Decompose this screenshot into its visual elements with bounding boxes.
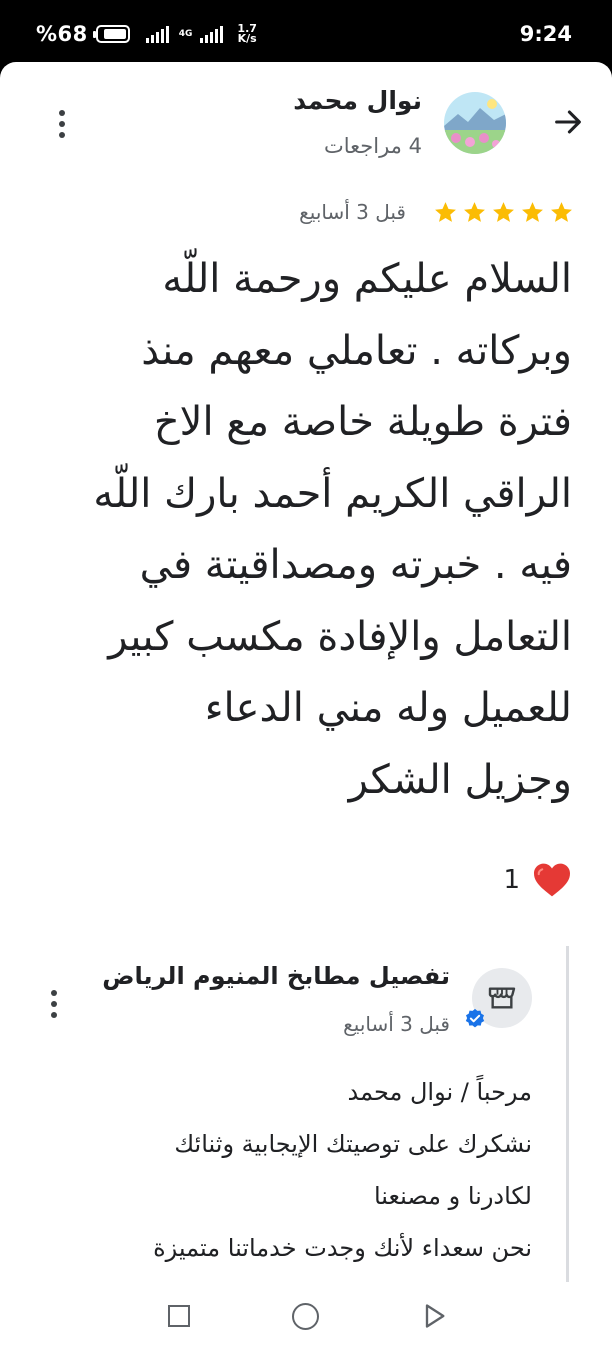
- battery-icon: [92, 25, 130, 43]
- reply-text-line: نشكرك على توصيتك الإيجابية وثنائك: [174, 1130, 532, 1158]
- more-options-button[interactable]: [48, 106, 76, 142]
- reaction-button[interactable]: 1: [503, 862, 572, 898]
- recents-button[interactable]: [168, 1305, 190, 1327]
- review-text-line: فترة طويلة خاصة مع الاخ: [153, 399, 572, 445]
- clock: 9:24: [519, 22, 572, 46]
- reaction-count: 1: [503, 865, 520, 895]
- signal-icon: [145, 25, 169, 43]
- reply-more-options-button[interactable]: [40, 986, 68, 1022]
- store-icon: [488, 987, 516, 1009]
- signal-icon-2: [200, 25, 224, 43]
- star-rating: [433, 200, 574, 225]
- home-button[interactable]: [292, 1303, 319, 1330]
- status-bar: %68 4G 1.7 K/s 9:24: [0, 0, 612, 68]
- more-vert-icon-dot: [59, 110, 65, 116]
- review-text-line: الراقي الكريم أحمد بارك اللّه: [93, 470, 572, 517]
- review-text-line: فيه . خبرته ومصداقيتة في: [139, 542, 572, 588]
- owner-business-name[interactable]: تفصيل مطابخ المنيوم الرياض: [100, 962, 450, 990]
- back-button[interactable]: [548, 102, 588, 142]
- reply-time: قبل 3 أسابيع: [343, 1012, 450, 1036]
- review-text-line: التعامل والإفادة مكسب كبير: [108, 613, 572, 660]
- star-icon: [464, 202, 485, 222]
- reply-text-line: مرحباً / نوال محمد: [347, 1078, 532, 1106]
- reviewer-name[interactable]: نوال محمد: [293, 86, 422, 115]
- star-icon: [493, 202, 514, 222]
- status-left: %68 4G 1.7 K/s: [36, 22, 257, 46]
- arrow-right-icon: [555, 110, 581, 134]
- review-text-line: وجزيل الشكر: [348, 756, 572, 803]
- network-speed: 1.7 K/s: [237, 23, 257, 45]
- review-text-line: للعميل وله مني الدعاء: [204, 685, 572, 731]
- review-text-line: وبركاته . تعاملي معهم منذ: [141, 327, 572, 374]
- back-triangle-icon[interactable]: [420, 1302, 448, 1330]
- star-icon: [551, 202, 572, 222]
- star-icon: [522, 202, 543, 222]
- avatar[interactable]: [444, 92, 506, 154]
- review-text: السلام عليكم ورحمة اللّه وبركاته . تعامل…: [32, 244, 572, 816]
- review-time: قبل 3 أسابيع: [299, 200, 406, 224]
- star-icon: [435, 202, 456, 222]
- reply-text: مرحباً / نوال محمد نشكرك على توصيتك الإي…: [32, 1066, 532, 1274]
- review-text-line: السلام عليكم ورحمة اللّه: [162, 256, 572, 302]
- heart-icon: [534, 863, 570, 897]
- review-card: نوال محمد 4 مراجعات قبل 3 أسابيع السلام …: [0, 62, 612, 1282]
- review-count: 4 مراجعات: [323, 134, 422, 158]
- verified-badge-icon: [465, 1008, 485, 1028]
- network-type: 4G: [178, 28, 193, 39]
- reply-text-line: لكادرنا و مصنعنا: [373, 1182, 532, 1210]
- battery-percent: %68: [36, 22, 88, 46]
- reply-text-line: نحن سعداء لأنك وجدت خدماتنا متميزة: [153, 1234, 532, 1262]
- reply-divider: [566, 946, 569, 1282]
- navigation-bar: [0, 1282, 612, 1350]
- speed-unit: K/s: [237, 32, 257, 45]
